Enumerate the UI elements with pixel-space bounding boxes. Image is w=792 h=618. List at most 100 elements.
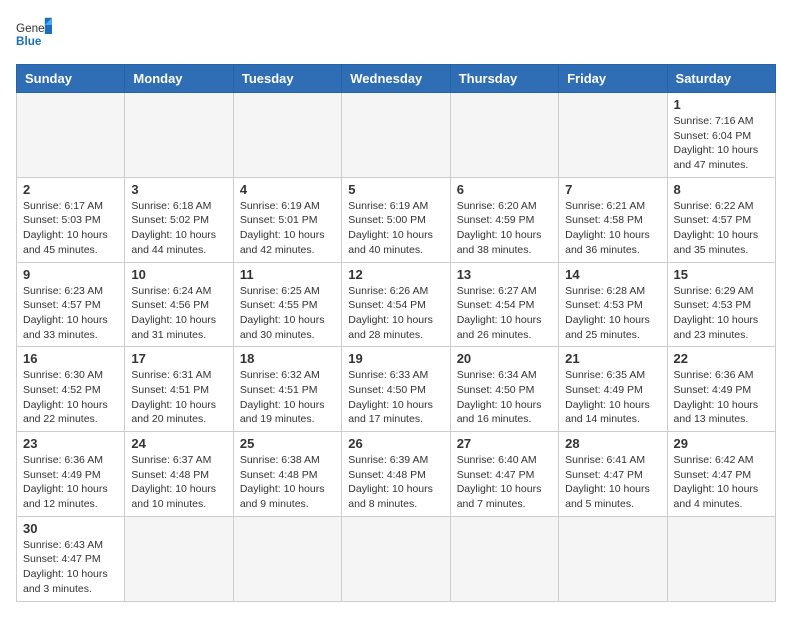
- day-number: 21: [565, 351, 660, 366]
- day-info: Sunrise: 6:42 AMSunset: 4:47 PMDaylight:…: [674, 453, 769, 512]
- day-number: 17: [131, 351, 226, 366]
- calendar-cell: 6Sunrise: 6:20 AMSunset: 4:59 PMDaylight…: [450, 177, 558, 262]
- calendar-cell: 13Sunrise: 6:27 AMSunset: 4:54 PMDayligh…: [450, 262, 558, 347]
- day-number: 26: [348, 436, 443, 451]
- day-number: 16: [23, 351, 118, 366]
- day-info: Sunrise: 6:43 AMSunset: 4:47 PMDaylight:…: [23, 538, 118, 597]
- day-number: 24: [131, 436, 226, 451]
- day-info: Sunrise: 6:35 AMSunset: 4:49 PMDaylight:…: [565, 368, 660, 427]
- day-number: 28: [565, 436, 660, 451]
- day-number: 29: [674, 436, 769, 451]
- calendar-cell: 5 Sunrise: 6:19 AMSunset: 5:00 PMDaylight…: [342, 177, 450, 262]
- day-number: 3: [131, 182, 226, 197]
- calendar-cell: [17, 93, 125, 178]
- calendar-cell: 27 Sunrise: 6:40 AMSunset: 4:47 PMDayligh…: [450, 432, 558, 517]
- day-number: 11: [240, 267, 335, 282]
- day-info: Sunrise: 6:19 AMSunset: 5:01 PMDaylight:…: [240, 199, 335, 258]
- day-number: 2: [23, 182, 118, 197]
- calendar-cell: 12 Sunrise: 6:26 AMSunset: 4:54 PMDayligh…: [342, 262, 450, 347]
- calendar-cell: [233, 516, 341, 601]
- calendar-cell: 11 Sunrise: 6:25 AMSunset: 4:55 PMDayligh…: [233, 262, 341, 347]
- calendar-cell: 1Sunrise: 7:16 AMSunset: 6:04 PMDaylight…: [667, 93, 775, 178]
- weekday-header-thursday: Thursday: [450, 65, 558, 93]
- calendar-cell: 24 Sunrise: 6:37 AMSunset: 4:48 PMDayligh…: [125, 432, 233, 517]
- weekday-header-wednesday: Wednesday: [342, 65, 450, 93]
- calendar-cell: 23 Sunrise: 6:36 AMSunset: 4:49 PMDayligh…: [17, 432, 125, 517]
- weekday-header-saturday: Saturday: [667, 65, 775, 93]
- day-info: Sunrise: 6:32 AMSunset: 4:51 PMDaylight:…: [240, 368, 335, 427]
- calendar-cell: 26Sunrise: 6:39 AMSunset: 4:48 PMDayligh…: [342, 432, 450, 517]
- calendar-cell: [125, 516, 233, 601]
- day-number: 30: [23, 521, 118, 536]
- day-number: 4: [240, 182, 335, 197]
- calendar-cell: 9Sunrise: 6:23 AMSunset: 4:57 PMDaylight…: [17, 262, 125, 347]
- calendar-cell: 19 Sunrise: 6:33 AMSunset: 4:50 PMDayligh…: [342, 347, 450, 432]
- day-info: Sunrise: 6:27 AMSunset: 4:54 PMDaylight:…: [457, 284, 552, 343]
- day-info: Sunrise: 6:41 AMSunset: 4:47 PMDaylight:…: [565, 453, 660, 512]
- day-info: Sunrise: 6:30 AMSunset: 4:52 PMDaylight:…: [23, 368, 118, 427]
- day-number: 8: [674, 182, 769, 197]
- calendar-cell: 15 Sunrise: 6:29 AMSunset: 4:53 PMDayligh…: [667, 262, 775, 347]
- day-number: 12: [348, 267, 443, 282]
- calendar-cell: 4 Sunrise: 6:19 AMSunset: 5:01 PMDaylight…: [233, 177, 341, 262]
- weekday-header-tuesday: Tuesday: [233, 65, 341, 93]
- calendar-cell: 16 Sunrise: 6:30 AMSunset: 4:52 PMDayligh…: [17, 347, 125, 432]
- week-row-4: 23 Sunrise: 6:36 AMSunset: 4:49 PMDayligh…: [17, 432, 776, 517]
- weekday-header-friday: Friday: [559, 65, 667, 93]
- day-info: Sunrise: 6:36 AMSunset: 4:49 PMDaylight:…: [23, 453, 118, 512]
- day-number: 14: [565, 267, 660, 282]
- calendar-cell: 17 Sunrise: 6:31 AMSunset: 4:51 PMDayligh…: [125, 347, 233, 432]
- calendar-cell: 3 Sunrise: 6:18 AMSunset: 5:02 PMDaylight…: [125, 177, 233, 262]
- day-number: 15: [674, 267, 769, 282]
- generalblue-logo-icon: General Blue: [16, 16, 52, 52]
- day-number: 10: [131, 267, 226, 282]
- calendar-cell: 18 Sunrise: 6:32 AMSunset: 4:51 PMDayligh…: [233, 347, 341, 432]
- day-info: Sunrise: 6:26 AMSunset: 4:54 PMDaylight:…: [348, 284, 443, 343]
- day-number: 25: [240, 436, 335, 451]
- calendar-cell: 21 Sunrise: 6:35 AMSunset: 4:49 PMDayligh…: [559, 347, 667, 432]
- day-number: 18: [240, 351, 335, 366]
- day-info: Sunrise: 6:18 AMSunset: 5:02 PMDaylight:…: [131, 199, 226, 258]
- calendar-cell: [450, 93, 558, 178]
- day-number: 19: [348, 351, 443, 366]
- day-info: Sunrise: 6:40 AMSunset: 4:47 PMDaylight:…: [457, 453, 552, 512]
- calendar-cell: [559, 93, 667, 178]
- day-info: Sunrise: 6:23 AMSunset: 4:57 PMDaylight:…: [23, 284, 118, 343]
- calendar-cell: 20Sunrise: 6:34 AMSunset: 4:50 PMDayligh…: [450, 347, 558, 432]
- day-info: Sunrise: 6:25 AMSunset: 4:55 PMDaylight:…: [240, 284, 335, 343]
- calendar-cell: [342, 516, 450, 601]
- day-info: Sunrise: 6:19 AMSunset: 5:00 PMDaylight:…: [348, 199, 443, 258]
- day-number: 5: [348, 182, 443, 197]
- calendar-table: SundayMondayTuesdayWednesdayThursdayFrid…: [16, 64, 776, 602]
- week-row-1: 2 Sunrise: 6:17 AMSunset: 5:03 PMDaylight…: [17, 177, 776, 262]
- svg-text:Blue: Blue: [16, 35, 42, 48]
- day-number: 7: [565, 182, 660, 197]
- day-info: Sunrise: 6:17 AMSunset: 5:03 PMDaylight:…: [23, 199, 118, 258]
- calendar-cell: 2 Sunrise: 6:17 AMSunset: 5:03 PMDaylight…: [17, 177, 125, 262]
- calendar-cell: [125, 93, 233, 178]
- calendar-cell: 30 Sunrise: 6:43 AMSunset: 4:47 PMDayligh…: [17, 516, 125, 601]
- day-info: Sunrise: 6:33 AMSunset: 4:50 PMDaylight:…: [348, 368, 443, 427]
- weekday-header-row: SundayMondayTuesdayWednesdayThursdayFrid…: [17, 65, 776, 93]
- day-info: Sunrise: 6:37 AMSunset: 4:48 PMDaylight:…: [131, 453, 226, 512]
- day-info: Sunrise: 6:22 AMSunset: 4:57 PMDaylight:…: [674, 199, 769, 258]
- day-info: Sunrise: 6:21 AMSunset: 4:58 PMDaylight:…: [565, 199, 660, 258]
- calendar-cell: [342, 93, 450, 178]
- day-number: 6: [457, 182, 552, 197]
- calendar-cell: [450, 516, 558, 601]
- calendar-cell: 25 Sunrise: 6:38 AMSunset: 4:48 PMDayligh…: [233, 432, 341, 517]
- calendar-cell: 22Sunrise: 6:36 AMSunset: 4:49 PMDayligh…: [667, 347, 775, 432]
- logo: General Blue: [16, 16, 52, 52]
- day-number: 27: [457, 436, 552, 451]
- day-number: 23: [23, 436, 118, 451]
- calendar-cell: 7 Sunrise: 6:21 AMSunset: 4:58 PMDaylight…: [559, 177, 667, 262]
- weekday-header-sunday: Sunday: [17, 65, 125, 93]
- calendar-cell: 29 Sunrise: 6:42 AMSunset: 4:47 PMDayligh…: [667, 432, 775, 517]
- day-info: Sunrise: 6:29 AMSunset: 4:53 PMDaylight:…: [674, 284, 769, 343]
- calendar-cell: 14Sunrise: 6:28 AMSunset: 4:53 PMDayligh…: [559, 262, 667, 347]
- day-info: Sunrise: 6:34 AMSunset: 4:50 PMDaylight:…: [457, 368, 552, 427]
- day-info: Sunrise: 6:31 AMSunset: 4:51 PMDaylight:…: [131, 368, 226, 427]
- day-info: Sunrise: 6:38 AMSunset: 4:48 PMDaylight:…: [240, 453, 335, 512]
- day-info: Sunrise: 7:16 AMSunset: 6:04 PMDaylight:…: [674, 114, 769, 173]
- calendar-cell: 8 Sunrise: 6:22 AMSunset: 4:57 PMDaylight…: [667, 177, 775, 262]
